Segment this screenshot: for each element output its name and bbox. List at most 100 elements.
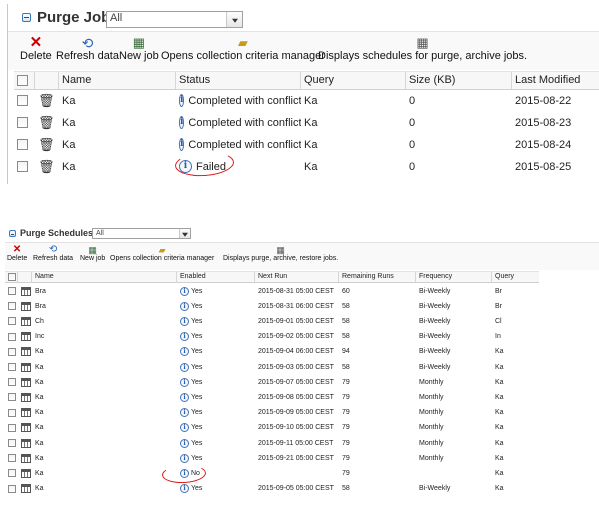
calendar-icon[interactable]	[21, 453, 31, 463]
col-frequency-header[interactable]: Frequency	[416, 272, 492, 282]
row-checkbox[interactable]	[8, 454, 16, 463]
chevron-down-icon[interactable]	[226, 12, 242, 27]
refresh-button[interactable]: ⟲ Refresh data	[56, 36, 119, 62]
criteria-manager-button[interactable]: ▰ Opens collection criteria manager	[161, 36, 325, 63]
info-icon[interactable]: i	[180, 316, 189, 326]
criteria-manager-button[interactable]: ▰ Opens collection criteria manager	[110, 245, 214, 262]
row-checkbox[interactable]	[8, 363, 16, 371]
row-checkbox[interactable]	[8, 393, 16, 402]
calendar-icon[interactable]	[21, 468, 31, 478]
calendar-icon[interactable]	[21, 362, 31, 372]
new-job-button[interactable]: ▦ New job	[119, 36, 159, 63]
row-checkbox[interactable]	[17, 117, 28, 128]
col-next-run-header[interactable]: Next Run	[255, 272, 339, 282]
table-row[interactable]: Ka i Yes 2015-09-05 05:00 CEST 58 Bi-Weekly Ka	[5, 482, 539, 496]
schedules-button[interactable]: ▦ Displays schedules for purge, archive …	[318, 36, 527, 63]
col-name-header[interactable]: Name	[59, 72, 176, 89]
delete-button[interactable]: ✕ Delete	[7, 245, 27, 263]
purge-schedules-filter-combo[interactable]: All	[92, 228, 191, 239]
calendar-icon[interactable]	[21, 316, 31, 326]
calendar-icon[interactable]	[21, 423, 31, 433]
info-icon[interactable]: i	[180, 484, 189, 494]
row-checkbox[interactable]	[8, 317, 16, 326]
new-job-button[interactable]: ▦ New job	[80, 245, 105, 262]
info-icon[interactable]: i	[180, 392, 189, 402]
calendar-icon[interactable]	[21, 377, 31, 387]
row-checkbox[interactable]	[8, 332, 16, 341]
col-size-header[interactable]: Size (KB)	[406, 72, 512, 89]
col-status-header[interactable]: Status	[176, 72, 301, 89]
table-row[interactable]: Ka i Yes 2015-09-08 05:00 CEST 79 Monthly Ka	[5, 390, 539, 404]
calendar-icon[interactable]	[21, 408, 31, 418]
info-icon[interactable]: i	[180, 332, 189, 342]
calendar-icon[interactable]	[21, 332, 31, 342]
table-row[interactable]: Ka i Yes 2015-09-21 05:00 CEST 79 Monthly Ka	[5, 451, 539, 465]
table-row[interactable]: 🗑 Ka i Completed with conflict Ka 0 2015-08-23	[14, 112, 599, 133]
table-row[interactable]: 🗑 Ka i Completed with conflict Ka 0 2015-08-24	[14, 134, 599, 155]
delete-button[interactable]: ✕ Delete	[20, 35, 52, 62]
calendar-icon[interactable]	[21, 484, 31, 494]
displays-jobs-button[interactable]: ▦ Displays purge, archive, restore jobs.	[223, 245, 338, 262]
trash-icon[interactable]: 🗑	[38, 138, 55, 151]
select-all-checkbox[interactable]	[17, 75, 28, 86]
select-all-checkbox[interactable]	[8, 273, 16, 281]
info-icon[interactable]: i	[180, 362, 189, 372]
row-checkbox[interactable]	[8, 484, 16, 493]
calendar-icon[interactable]	[21, 347, 31, 357]
purge-jobs-filter-combo[interactable]: All	[106, 11, 243, 28]
calendar-icon[interactable]	[21, 286, 31, 296]
row-checkbox[interactable]	[8, 469, 16, 478]
col-query-header[interactable]: Query	[492, 272, 539, 282]
table-row[interactable]: Ka i Yes 2015-09-11 05:00 CEST 79 Monthly Ka	[5, 436, 539, 450]
col-enabled-header[interactable]: Enabled	[177, 272, 255, 282]
row-checkbox[interactable]	[8, 423, 16, 432]
row-checkbox[interactable]	[8, 408, 16, 417]
col-query-header[interactable]: Query	[301, 72, 406, 89]
row-checkbox[interactable]	[8, 378, 16, 387]
col-name-header[interactable]: Name	[32, 272, 177, 282]
refresh-button[interactable]: ⟲ Refresh data	[33, 245, 73, 263]
calendar-icon[interactable]	[21, 392, 31, 402]
row-checkbox[interactable]	[8, 287, 16, 295]
info-icon[interactable]: i	[180, 408, 189, 418]
info-icon[interactable]: i	[180, 347, 189, 357]
trash-icon[interactable]: 🗑	[38, 160, 55, 173]
info-icon[interactable]: i	[179, 94, 185, 107]
row-checkbox[interactable]	[17, 161, 28, 172]
collapse-purge-jobs-icon[interactable]	[22, 13, 31, 22]
col-remaining-runs-header[interactable]: Remaining Runs	[339, 272, 416, 282]
table-row[interactable]: Ka i No 79 Ka	[5, 466, 539, 480]
table-row[interactable]: Inc i Yes 2015-09-02 05:00 CEST 58 Bi-Weekly I…	[5, 330, 539, 344]
chevron-down-icon[interactable]	[179, 229, 190, 238]
trash-icon[interactable]: 🗑	[38, 116, 55, 129]
row-checkbox[interactable]	[17, 95, 28, 106]
trash-cell: 🗑	[35, 134, 59, 155]
collapse-purge-schedules-icon[interactable]	[9, 230, 16, 237]
table-row[interactable]: Bra i Yes 2015-08-31 05:00 CEST 60 Bi-Weekly B…	[5, 284, 539, 298]
info-icon[interactable]: i	[180, 438, 189, 448]
table-row[interactable]: 🗑 Ka i Completed with conflict Ka 0 2015-08-22	[14, 90, 599, 111]
trash-icon[interactable]: 🗑	[38, 94, 55, 107]
table-row[interactable]: Ka i Yes 2015-09-07 05:00 CEST 79 Monthly Ka	[5, 375, 539, 389]
info-icon[interactable]: i	[180, 453, 189, 463]
info-icon[interactable]: i	[179, 138, 185, 151]
col-last-modified-header[interactable]: Last Modified	[512, 72, 599, 89]
table-row[interactable]: Ka i Yes 2015-09-10 05:00 CEST 79 Monthly Ka	[5, 421, 539, 435]
calendar-icon[interactable]	[21, 301, 31, 311]
table-row[interactable]: 🗑 Ka i Failed Ka 0 2015-08-25	[14, 156, 599, 177]
table-row[interactable]: Ka i Yes 2015-09-09 05:00 CEST 79 Monthly Ka	[5, 406, 539, 420]
table-row[interactable]: Ch i Yes 2015-09-01 05:00 CEST 58 Bi-Weekly Cl	[5, 314, 539, 328]
table-row[interactable]: Bra i Yes 2015-08-31 06:00 CEST 58 Bi-Weekly B…	[5, 299, 539, 313]
info-icon[interactable]: i	[179, 116, 185, 129]
table-row[interactable]: Ka i Yes 2015-09-03 05:00 CEST 58 Bi-Weekly Ka	[5, 360, 539, 374]
info-icon[interactable]: i	[180, 301, 189, 311]
row-checkbox[interactable]	[8, 347, 16, 356]
row-checkbox[interactable]	[17, 139, 28, 150]
calendar-icon[interactable]	[21, 438, 31, 448]
info-icon[interactable]: i	[180, 286, 189, 296]
row-checkbox[interactable]	[8, 302, 16, 311]
row-checkbox[interactable]	[8, 439, 16, 447]
info-icon[interactable]: i	[180, 423, 189, 433]
table-row[interactable]: Ka i Yes 2015-09-04 06:00 CEST 94 Bi-Weekly Ka	[5, 345, 539, 359]
info-icon[interactable]: i	[180, 377, 189, 387]
